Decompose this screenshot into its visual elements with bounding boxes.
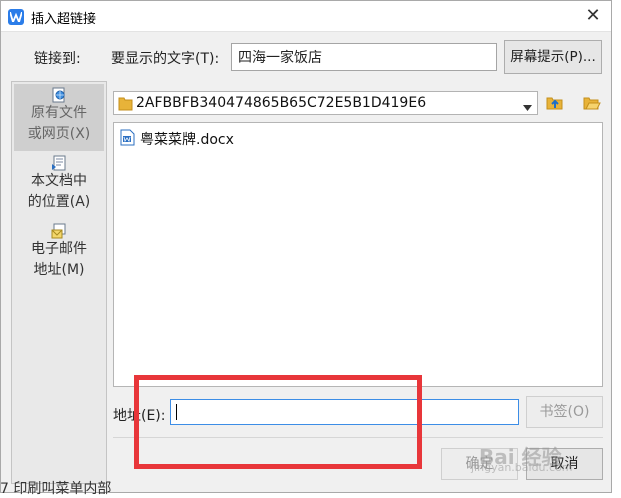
sidebar-item-email-address[interactable]: 电子邮件 地址(M) (14, 220, 104, 287)
web-page-icon (52, 87, 65, 103)
folder-path-dropdown[interactable]: 2AFBBFB340474865B65C72E5B1D419E6 (113, 91, 538, 115)
sidebar-item-line1: 本文档中 (31, 173, 87, 189)
sidebar-item-line2: 的位置(A) (27, 194, 91, 210)
display-text-label: 要显示的文字(T): (111, 51, 220, 67)
sidebar-item-line2: 或网页(X) (27, 126, 91, 142)
address-input[interactable] (170, 399, 519, 425)
sidebar-item-document-place[interactable]: 本文档中 的位置(A) (14, 152, 104, 219)
background-document-fragment: 7 印刷叫菜单内部 (0, 481, 112, 497)
email-icon (51, 223, 66, 239)
display-text-input[interactable] (231, 43, 497, 71)
ok-button[interactable]: 确定 (441, 448, 518, 480)
bookmark-button[interactable]: 书签(O) (526, 396, 603, 428)
word-document-icon (120, 129, 135, 150)
browse-file-icon[interactable] (583, 93, 601, 111)
link-type-sidebar: 原有文件 或网页(X) 本文档中 的位置(A) 电子邮件 地址(M) (11, 81, 107, 484)
current-folder-path: 2AFBBFB340474865B65C72E5B1D419E6 (136, 95, 427, 111)
address-label: 地址(E): (113, 408, 166, 424)
insert-hyperlink-dialog: 插入超链接 ✕ 链接到: 要显示的文字(T): 屏幕提示(P)... 原有文件 … (0, 0, 612, 493)
file-name: 粤菜菜牌.docx (140, 132, 234, 148)
dialog-title: 插入超链接 (31, 12, 97, 27)
chevron-down-icon (523, 99, 532, 115)
document-place-icon (52, 155, 66, 171)
sidebar-item-line2: 地址(M) (33, 262, 85, 278)
title-bar: 插入超链接 ✕ (1, 1, 611, 32)
sidebar-item-existing-file[interactable]: 原有文件 或网页(X) (14, 84, 104, 151)
sidebar-item-line1: 电子邮件 (31, 241, 87, 257)
folder-icon (118, 95, 133, 115)
up-one-folder-icon[interactable] (546, 93, 564, 111)
wps-app-icon (8, 9, 24, 25)
sidebar-item-line1: 原有文件 (31, 105, 87, 121)
close-button[interactable]: ✕ (579, 3, 607, 29)
link-to-label: 链接到: (34, 51, 81, 67)
text-caret (176, 404, 177, 420)
divider (113, 437, 603, 438)
screentip-button[interactable]: 屏幕提示(P)... (504, 40, 602, 74)
cancel-button[interactable]: 取消 (526, 448, 603, 480)
file-list[interactable]: 粤菜菜牌.docx (113, 122, 603, 387)
